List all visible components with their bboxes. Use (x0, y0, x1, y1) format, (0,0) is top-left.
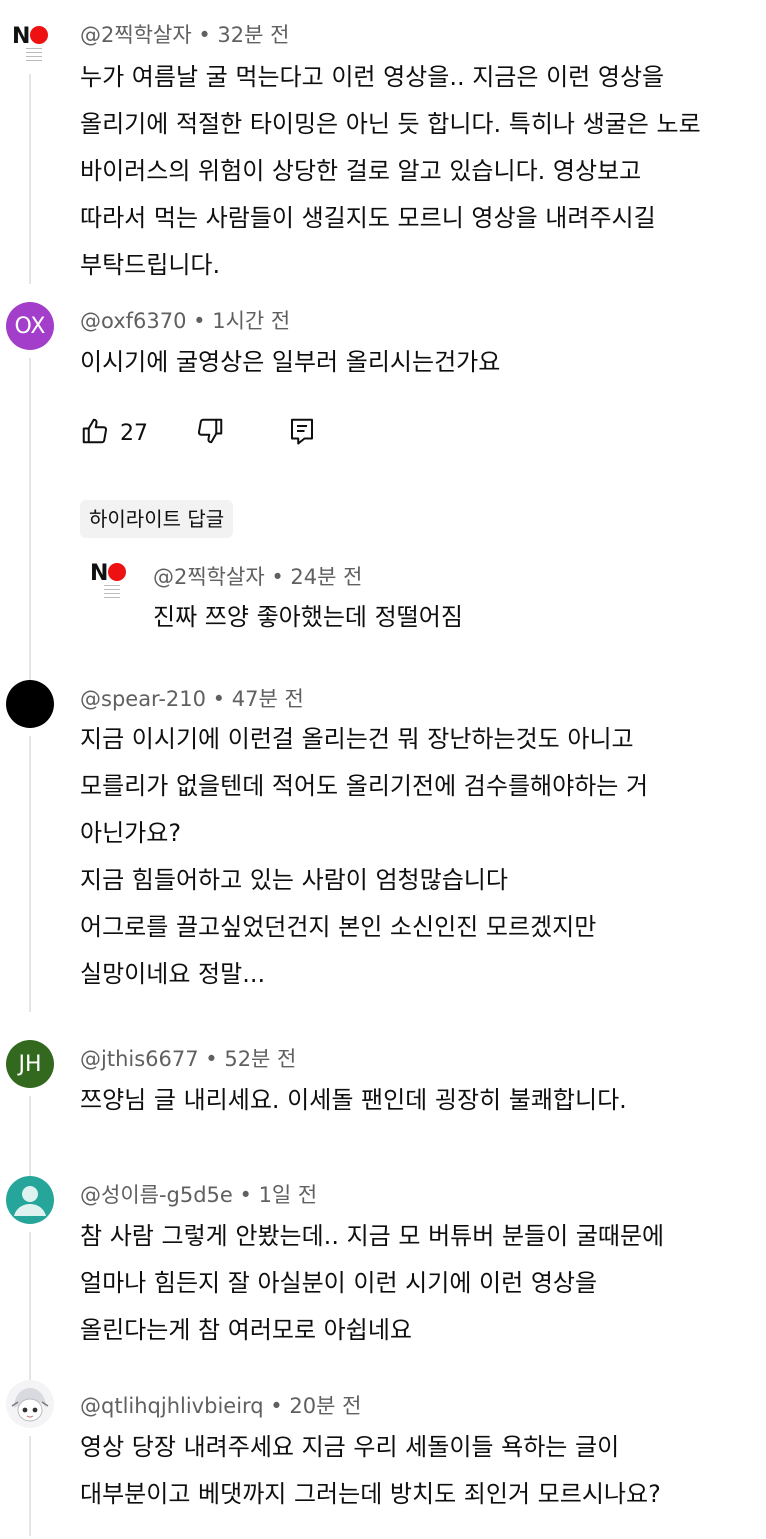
thread-line (29, 358, 31, 683)
comment-text: 참 사람 그렇게 안봤는데.. 지금 모 버튜버 분들이 굴때문에 얼마나 힘든… (80, 1222, 665, 1344)
avatar[interactable]: OX (6, 302, 54, 350)
thumbs-down-icon[interactable] (195, 416, 225, 450)
thread-line (29, 1436, 31, 1536)
thread-line (29, 74, 31, 284)
thread-line (29, 1096, 31, 1181)
comments-page: N @2찍학살자 • 32분 전 누가 여름날 굴 먹는다고 이런 영상을.. … (0, 0, 766, 1539)
reply-avatar[interactable]: N (84, 555, 128, 599)
avatar[interactable]: N (6, 18, 54, 66)
avatar-initials: OX (14, 313, 46, 339)
avatar[interactable] (6, 680, 54, 728)
comment-meta[interactable]: @oxf6370 • 1시간 전 (80, 305, 290, 335)
comment-text: 영상 당장 내려주세요 지금 우리 세돌이들 욕하는 글이 대부분이고 베댓까지… (80, 1433, 661, 1508)
fine-print-icon (26, 48, 42, 62)
red-dot-icon (108, 563, 126, 581)
anime-drawing-icon (11, 1388, 49, 1422)
default-person-icon (14, 1186, 46, 1216)
comment-text: 누가 여름날 굴 먹는다고 이런 영상을.. 지금은 이런 영상을 올리기에 적… (80, 63, 701, 279)
no-logo-icon: N (12, 24, 30, 49)
fine-print-icon (104, 585, 120, 599)
comment-meta[interactable]: @2찍학살자 • 32분 전 (80, 19, 289, 49)
thumbs-up-icon[interactable] (80, 416, 110, 450)
comment-text: 지금 이시기에 이런걸 올리는건 뭐 장난하는것도 아니고 모를리가 없을텐데 … (80, 725, 649, 988)
comment-text: 이시기에 굴영상은 일부러 올리시는건가요 (80, 348, 501, 376)
highlight-reply-chip[interactable]: 하이라이트 답글 (80, 500, 234, 538)
comment-meta[interactable]: @spear-210 • 47분 전 (80, 683, 304, 713)
avatar[interactable] (6, 1176, 54, 1224)
red-dot-icon (30, 26, 48, 44)
comment-meta[interactable]: @성이름-g5d5e • 1일 전 (80, 1179, 317, 1209)
reply-text: 진짜 쯔양 좋아했는데 정떨어짐 (153, 603, 463, 631)
avatar-initials: JH (18, 1051, 42, 1077)
comment-actions: 27 (80, 415, 317, 451)
reply-icon[interactable] (287, 416, 317, 450)
no-logo-icon: N (90, 561, 108, 586)
like-count: 27 (120, 420, 148, 446)
thread-line (29, 1232, 31, 1392)
avatar[interactable]: JH (6, 1040, 54, 1088)
avatar[interactable] (6, 1380, 54, 1428)
reply-meta[interactable]: @2찍학살자 • 24분 전 (153, 561, 362, 591)
comment-meta[interactable]: @qtlihqjhlivbieirq • 20분 전 (80, 1390, 361, 1420)
comment-text: 쯔양님 글 내리세요. 이세돌 팬인데 굉장히 불쾌합니다. (80, 1086, 627, 1114)
thread-line (29, 736, 31, 1012)
comment-meta[interactable]: @jthis6677 • 52분 전 (80, 1043, 296, 1073)
